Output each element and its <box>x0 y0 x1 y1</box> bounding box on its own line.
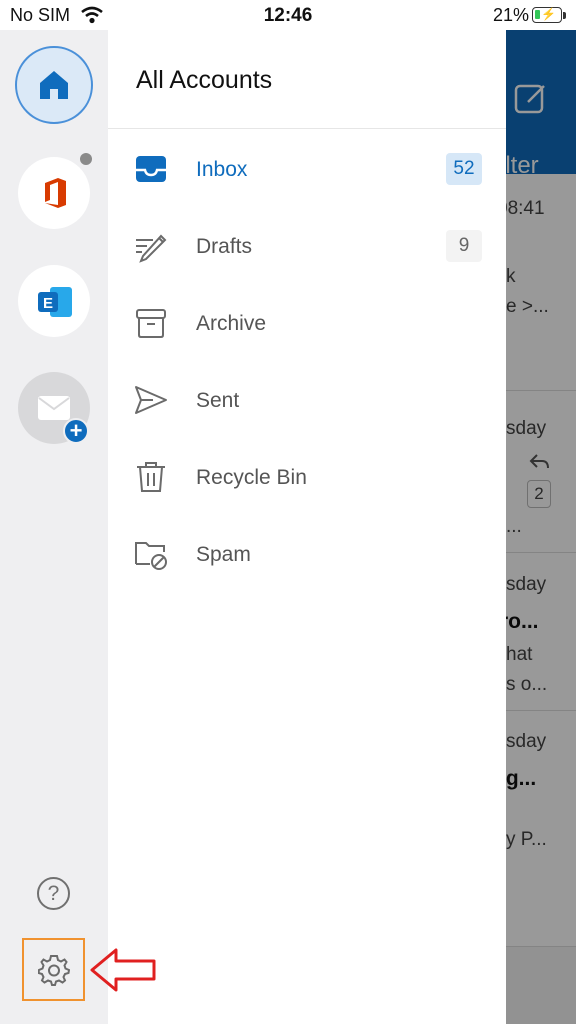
clock: 12:46 <box>263 5 313 26</box>
sent-paper-plane-icon <box>135 386 167 414</box>
battery-nub <box>563 12 566 19</box>
help-icon[interactable]: ? <box>37 877 70 910</box>
drafts-pencil-icon <box>136 234 167 263</box>
settings-button[interactable] <box>22 938 85 1001</box>
folder-drawer: All Accounts Inbox 52 Drafts 9 Archive S… <box>108 30 506 1024</box>
folder-label: Drafts <box>196 235 253 258</box>
mail-envelope-icon <box>38 396 70 420</box>
trash-icon <box>137 462 165 492</box>
folder-item-drafts[interactable]: Drafts 9 <box>108 211 506 281</box>
unread-count-badge: 52 <box>446 153 482 185</box>
inbox-icon <box>136 156 166 182</box>
panel-title: All Accounts <box>136 66 273 94</box>
archive-box-icon <box>136 309 166 338</box>
office-logo-icon <box>45 178 66 208</box>
battery-level-fill <box>535 10 540 19</box>
folder-label: Inbox <box>196 158 248 181</box>
account-office-button[interactable] <box>18 157 90 229</box>
annotation-arrow-icon <box>90 948 156 992</box>
folder-label: Archive <box>196 312 267 335</box>
account-exchange-button[interactable]: E <box>18 265 90 337</box>
notification-dot <box>80 153 92 165</box>
spam-folder-icon <box>135 542 167 570</box>
add-account-plus-icon[interactable]: + <box>63 418 89 444</box>
battery-percent: 21% <box>493 5 530 25</box>
folder-item-recycle-bin[interactable]: Recycle Bin <box>108 442 506 512</box>
battery-charging-icon: ⚡ <box>532 7 562 23</box>
folder-label: Sent <box>196 389 240 412</box>
gear-icon <box>38 955 70 986</box>
folder-item-archive[interactable]: Archive <box>108 288 506 358</box>
home-icon <box>40 71 68 99</box>
status-bar: No SIM 12:46 21% ⚡ <box>0 0 576 30</box>
account-home-button[interactable] <box>15 46 93 124</box>
folder-item-sent[interactable]: Sent <box>108 365 506 435</box>
draft-count-badge: 9 <box>446 230 482 262</box>
folder-label: Spam <box>196 543 251 566</box>
account-rail: E + ? <box>0 30 108 1024</box>
exchange-logo-icon: E <box>38 287 72 317</box>
panel-divider <box>108 128 506 129</box>
folder-item-spam[interactable]: Spam <box>108 519 506 589</box>
folder-label: Recycle Bin <box>196 466 307 489</box>
charging-bolt-icon: ⚡ <box>541 7 556 21</box>
exchange-logo-letter: E <box>43 295 53 312</box>
folder-item-inbox[interactable]: Inbox 52 <box>108 134 506 204</box>
